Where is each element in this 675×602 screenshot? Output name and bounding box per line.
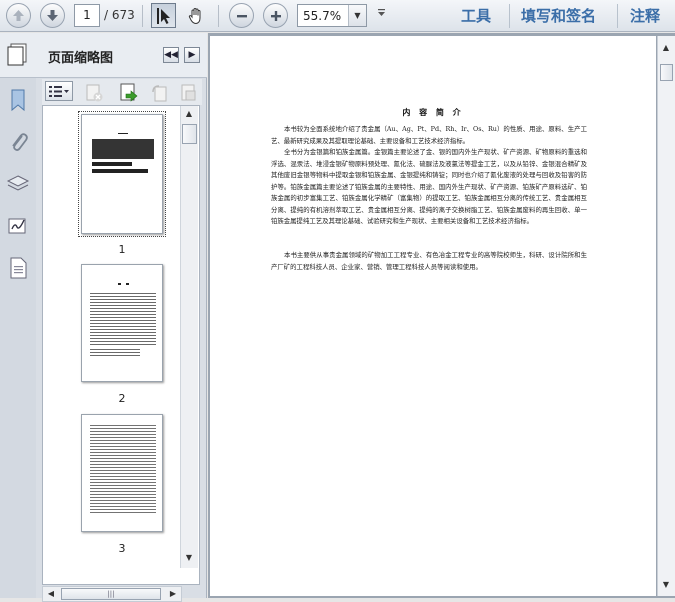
toolbar-divider: [509, 4, 510, 28]
navigation-panel: 页面缩略图 ◀◀ ▶ 1 2 3 ▲ ▼ ◀ ||| ▶: [0, 33, 207, 602]
thumbnail-page-number: 1: [118, 243, 126, 256]
select-tool-button[interactable]: [151, 3, 176, 28]
thumbnail-page-number: 3: [118, 542, 126, 555]
horizontal-scrollbar-thumb[interactable]: |||: [61, 588, 161, 600]
zoom-in-button[interactable]: [263, 3, 288, 28]
document-content-icon[interactable]: [7, 256, 29, 280]
thumb-text-line: [126, 283, 129, 285]
next-page-button[interactable]: [40, 3, 65, 28]
scroll-up-arrow-icon[interactable]: ▲: [658, 40, 674, 56]
toolbar-options-button[interactable]: [377, 8, 386, 21]
hand-tool-button[interactable]: [183, 3, 208, 28]
page-heading: 内 容 简 介: [402, 108, 464, 117]
document-viewport: 内 容 简 介 本书较为全面系统地介绍了贵金属（Au、Ag、Pt、Pd、Rh、I…: [208, 33, 675, 598]
rotate-page-icon[interactable]: [150, 83, 170, 103]
tools-button[interactable]: 工具: [461, 5, 491, 26]
thumbnail-horizontal-scrollbar[interactable]: ◀ ||| ▶: [42, 586, 182, 602]
thumb-text-line: [118, 133, 128, 134]
scrollbar-thumb[interactable]: [182, 124, 197, 144]
cursor-icon: [156, 7, 170, 24]
arrow-up-icon: [13, 10, 24, 21]
pages-icon[interactable]: [6, 43, 28, 67]
plus-icon: [270, 10, 281, 21]
thumb-text-block: [90, 425, 156, 515]
panel-icon-strip: [0, 78, 36, 598]
zoom-level-select[interactable]: 55.7% ▼: [297, 4, 367, 27]
comment-button[interactable]: 注释: [630, 5, 660, 26]
page-number-input[interactable]: 1: [74, 4, 100, 27]
document-vertical-scrollbar[interactable]: ▲ ▼: [657, 36, 675, 596]
thumb-text-line: [118, 283, 121, 285]
list-options-icon: [49, 86, 69, 97]
previous-page-button[interactable]: [6, 3, 31, 28]
scroll-right-arrow-icon[interactable]: ▶: [165, 586, 181, 602]
scrollbar-thumb[interactable]: [660, 64, 673, 81]
page-thumbnail[interactable]: [78, 111, 166, 237]
minus-icon: [236, 14, 247, 17]
thumbnail-options-button[interactable]: [45, 81, 73, 101]
panel-header: 页面缩略图 ◀◀ ▶: [0, 33, 207, 78]
panel-title: 页面缩略图: [48, 51, 114, 66]
attachment-icon[interactable]: [7, 130, 29, 154]
signature-icon[interactable]: [6, 214, 30, 238]
delete-page-icon[interactable]: [84, 83, 104, 103]
thumb-text-block: [90, 349, 140, 357]
page-thumbnail[interactable]: [81, 264, 163, 382]
zoom-level-value: 55.7%: [303, 9, 342, 23]
bookmark-icon[interactable]: [7, 88, 29, 112]
toolbar-divider: [142, 5, 143, 27]
scroll-down-arrow-icon[interactable]: ▼: [658, 577, 674, 593]
document-page: 内 容 简 介 本书较为全面系统地介绍了贵金属（Au、Ag、Pt、Pd、Rh、I…: [210, 36, 656, 596]
options-chevron-icon: [378, 9, 385, 16]
collapse-panel-button[interactable]: ◀◀: [163, 47, 179, 63]
thumb-text-line: [92, 169, 148, 173]
thumb-text-block: [90, 293, 156, 345]
toolbar-divider: [617, 4, 618, 28]
layers-icon[interactable]: [6, 172, 30, 196]
toolbar-divider: [218, 5, 219, 27]
zoom-out-button[interactable]: [229, 3, 254, 28]
main-toolbar: 1 / 673 55.7% ▼ 工具 填写和签名 注释: [0, 0, 675, 32]
thumbnail-vertical-scrollbar[interactable]: ▲ ▼: [180, 106, 198, 568]
hide-panel-button[interactable]: ▶: [184, 47, 200, 63]
scroll-down-arrow-icon[interactable]: ▼: [181, 550, 197, 566]
thumbnail-page-number: 2: [118, 392, 126, 405]
fill-and-sign-button[interactable]: 填写和签名: [521, 5, 596, 26]
chevron-down-icon[interactable]: ▼: [348, 5, 366, 26]
thumb-text-line: [92, 162, 132, 166]
thumb-text-block: [92, 139, 154, 159]
arrow-down-icon: [47, 10, 58, 21]
hand-icon: [188, 7, 200, 24]
paragraph: 本书较为全面系统地介绍了贵金属（Au、Ag、Pt、Pd、Rh、Ir、Os、Ru）…: [271, 125, 587, 145]
page-total-label: / 673: [104, 8, 135, 22]
paragraph: 本书主要供从事贵金属领域的矿物加工工程专业、有色冶金工程专业的高等院校师生，科研…: [271, 251, 587, 271]
paragraph: 全书分为金银篇和铂族金属篇。金银篇主要论述了金、银的国内外生产现状、矿产资源、矿…: [271, 148, 587, 225]
page-thumbnail[interactable]: [81, 414, 163, 532]
scroll-up-arrow-icon[interactable]: ▲: [181, 106, 197, 122]
thumbnail-toolbar: [42, 79, 202, 105]
insert-page-icon[interactable]: [118, 82, 140, 104]
thumbnail-list: 1 2 3 ▲ ▼: [42, 105, 200, 585]
scroll-left-arrow-icon[interactable]: ◀: [43, 586, 59, 602]
page-properties-icon[interactable]: [178, 83, 198, 103]
